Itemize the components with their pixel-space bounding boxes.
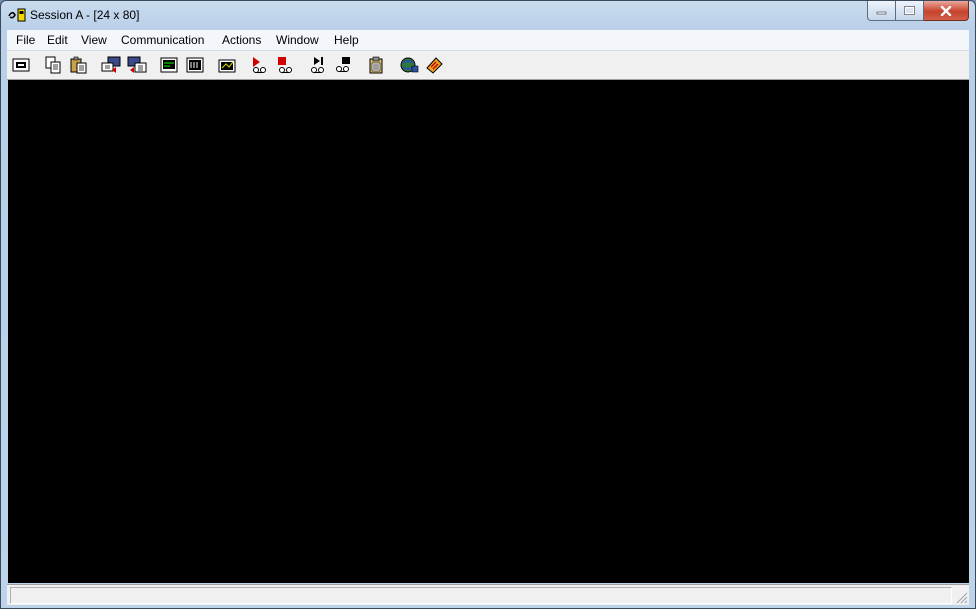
paste-icon (70, 56, 87, 74)
connection-status-icon (400, 57, 419, 73)
menu-file[interactable]: File (16, 33, 35, 47)
title-bar[interactable]: Session A - [24 x 80] (1, 1, 975, 29)
close-icon (940, 5, 952, 16)
resize-grip-icon[interactable] (954, 590, 968, 604)
maximize-button[interactable] (896, 1, 924, 21)
app-window: Session A - [24 x 80] File Edit View Com… (0, 0, 976, 609)
window-title: Session A - [24 x 80] (30, 8, 140, 22)
stop-macro-button[interactable] (274, 54, 296, 76)
print-screen-icon (12, 58, 30, 72)
minimize-icon (876, 11, 887, 15)
menu-view[interactable]: View (81, 33, 107, 47)
menu-edit[interactable]: Edit (47, 33, 68, 47)
play-macro-button[interactable] (306, 54, 328, 76)
record-macro-button[interactable] (248, 54, 270, 76)
color-map-icon (218, 59, 236, 73)
menu-actions[interactable]: Actions (222, 33, 261, 47)
stop-macro-icon (278, 57, 292, 73)
support-icon (426, 57, 443, 74)
clipboard-icon (369, 56, 383, 74)
macro-setup-button[interactable] (332, 54, 354, 76)
paste-button[interactable] (68, 54, 90, 76)
menu-communication[interactable]: Communication (121, 33, 204, 47)
menu-window[interactable]: Window (276, 33, 319, 47)
customize-keyboard-icon (186, 57, 204, 73)
macro-setup-icon (336, 57, 350, 72)
status-text (10, 587, 952, 604)
send-file-to-host-icon (101, 56, 121, 73)
menu-bar: File Edit View Communication Actions Win… (7, 30, 969, 51)
session-icon (8, 8, 26, 22)
maximize-icon (904, 6, 915, 15)
status-bar (7, 584, 969, 605)
copy-icon (45, 56, 61, 74)
connection-status-button[interactable] (398, 54, 420, 76)
display-setup-button[interactable] (158, 54, 180, 76)
copy-button[interactable] (42, 54, 64, 76)
clipboard-button[interactable] (365, 54, 387, 76)
support-button[interactable] (423, 54, 445, 76)
record-macro-icon (253, 57, 266, 73)
caption-buttons (867, 1, 969, 21)
send-file-button[interactable] (100, 54, 122, 76)
minimize-button[interactable] (867, 1, 896, 21)
color-map-button[interactable] (216, 54, 238, 76)
display-setup-icon (160, 57, 178, 73)
customize-keyboard-button[interactable] (184, 54, 206, 76)
menu-help[interactable]: Help (334, 33, 359, 47)
print-screen-button[interactable] (10, 54, 32, 76)
terminal-screen[interactable] (8, 80, 969, 583)
receive-file-button[interactable] (126, 54, 148, 76)
close-button[interactable] (924, 1, 969, 21)
receive-file-from-host-icon (127, 56, 147, 73)
play-macro-icon (311, 57, 324, 73)
toolbar (7, 51, 969, 80)
